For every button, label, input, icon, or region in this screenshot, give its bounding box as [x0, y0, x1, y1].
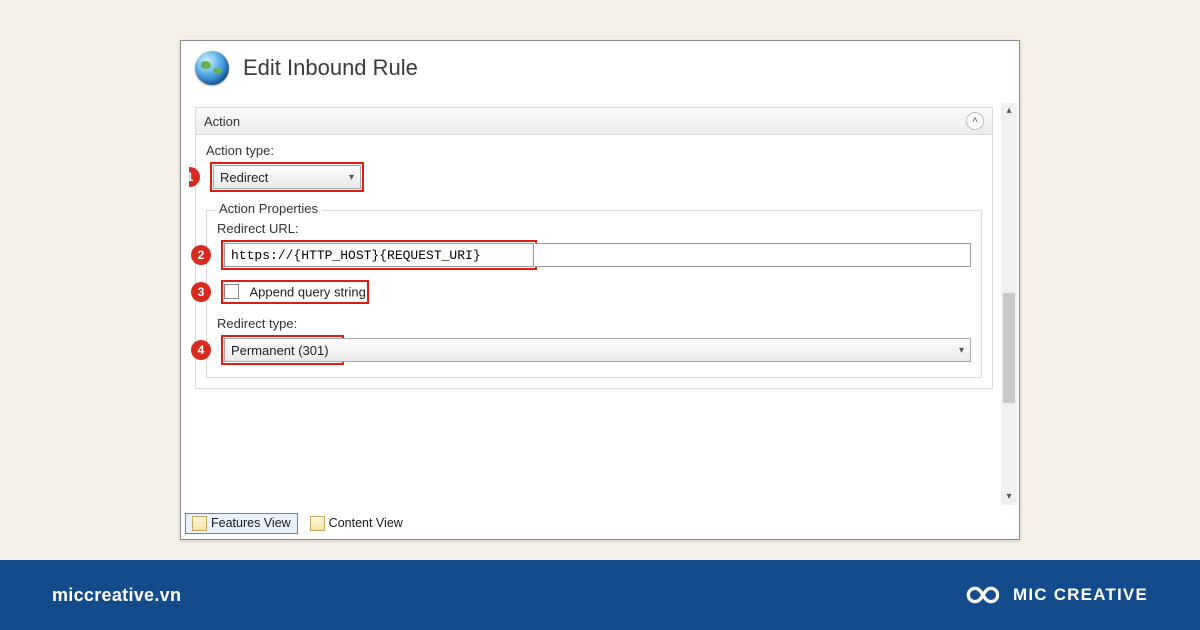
- action-properties-fieldset: Action Properties Redirect URL: 2 3: [206, 210, 982, 378]
- infinity-icon: [959, 582, 999, 608]
- panel-header: Edit Inbound Rule: [181, 41, 1019, 93]
- collapse-button[interactable]: ˄: [966, 112, 984, 130]
- step-badge-2: 2: [191, 245, 211, 265]
- page-title: Edit Inbound Rule: [243, 55, 418, 81]
- chevron-down-icon: ▾: [349, 172, 354, 183]
- redirect-type-select[interactable]: ▾: [342, 338, 971, 362]
- redirect-type-select-left[interactable]: Permanent (301): [224, 338, 342, 362]
- scroll-down-button[interactable]: ▾: [1001, 489, 1017, 505]
- tab-features-view[interactable]: Features View: [185, 513, 298, 534]
- footer: miccreative.vn MIC CREATIVE: [0, 560, 1200, 630]
- globe-icon: [195, 51, 229, 85]
- append-query-label: Append query string: [249, 284, 365, 299]
- step-badge-1: 1: [189, 167, 200, 187]
- append-query-checkbox[interactable]: [224, 284, 239, 299]
- footer-brand: MIC CREATIVE: [959, 582, 1148, 608]
- footer-site: miccreative.vn: [52, 585, 181, 606]
- fieldset-legend: Action Properties: [215, 201, 322, 216]
- scrollbar-thumb[interactable]: [1003, 293, 1015, 403]
- scrollbar[interactable]: ▴ ▾: [1001, 103, 1017, 505]
- redirect-type-value: Permanent (301): [231, 343, 329, 358]
- scroll-area: Action ˄ Action type: 1 Redirect ▾: [189, 101, 999, 507]
- chevron-up-icon: ˄: [972, 115, 978, 126]
- features-icon: [192, 516, 207, 531]
- step-badge-3: 3: [191, 282, 211, 302]
- scroll-up-button[interactable]: ▴: [1001, 103, 1017, 119]
- redirect-url-input-tail[interactable]: [535, 243, 971, 267]
- redirect-url-label: Redirect URL:: [217, 221, 971, 236]
- highlight-2: [221, 240, 537, 270]
- section-body: Action type: 1 Redirect ▾ Action Propert…: [196, 135, 992, 388]
- highlight-4: Permanent (301): [221, 335, 344, 365]
- section-title: Action: [204, 114, 240, 129]
- action-type-value: Redirect: [220, 170, 268, 185]
- bottom-tabs: Features View Content View: [185, 511, 409, 535]
- edit-inbound-rule-panel: Edit Inbound Rule Action ˄ Action type: …: [180, 40, 1020, 540]
- redirect-url-input[interactable]: [224, 243, 534, 267]
- action-type-select[interactable]: Redirect ▾: [213, 165, 361, 189]
- footer-brand-text: MIC CREATIVE: [1013, 585, 1148, 605]
- highlight-3: Append query string: [221, 280, 369, 304]
- tab-features-label: Features View: [211, 516, 291, 530]
- redirect-type-label: Redirect type:: [217, 316, 971, 331]
- action-type-label: Action type:: [206, 143, 982, 158]
- content-icon: [310, 516, 325, 531]
- step-badge-4: 4: [191, 340, 211, 360]
- chevron-down-icon: ▾: [959, 345, 964, 356]
- tab-content-view[interactable]: Content View: [304, 514, 409, 533]
- section-header[interactable]: Action ˄: [196, 108, 992, 135]
- highlight-1: Redirect ▾: [210, 162, 364, 192]
- action-section: Action ˄ Action type: 1 Redirect ▾: [195, 107, 993, 389]
- tab-content-label: Content View: [329, 516, 403, 530]
